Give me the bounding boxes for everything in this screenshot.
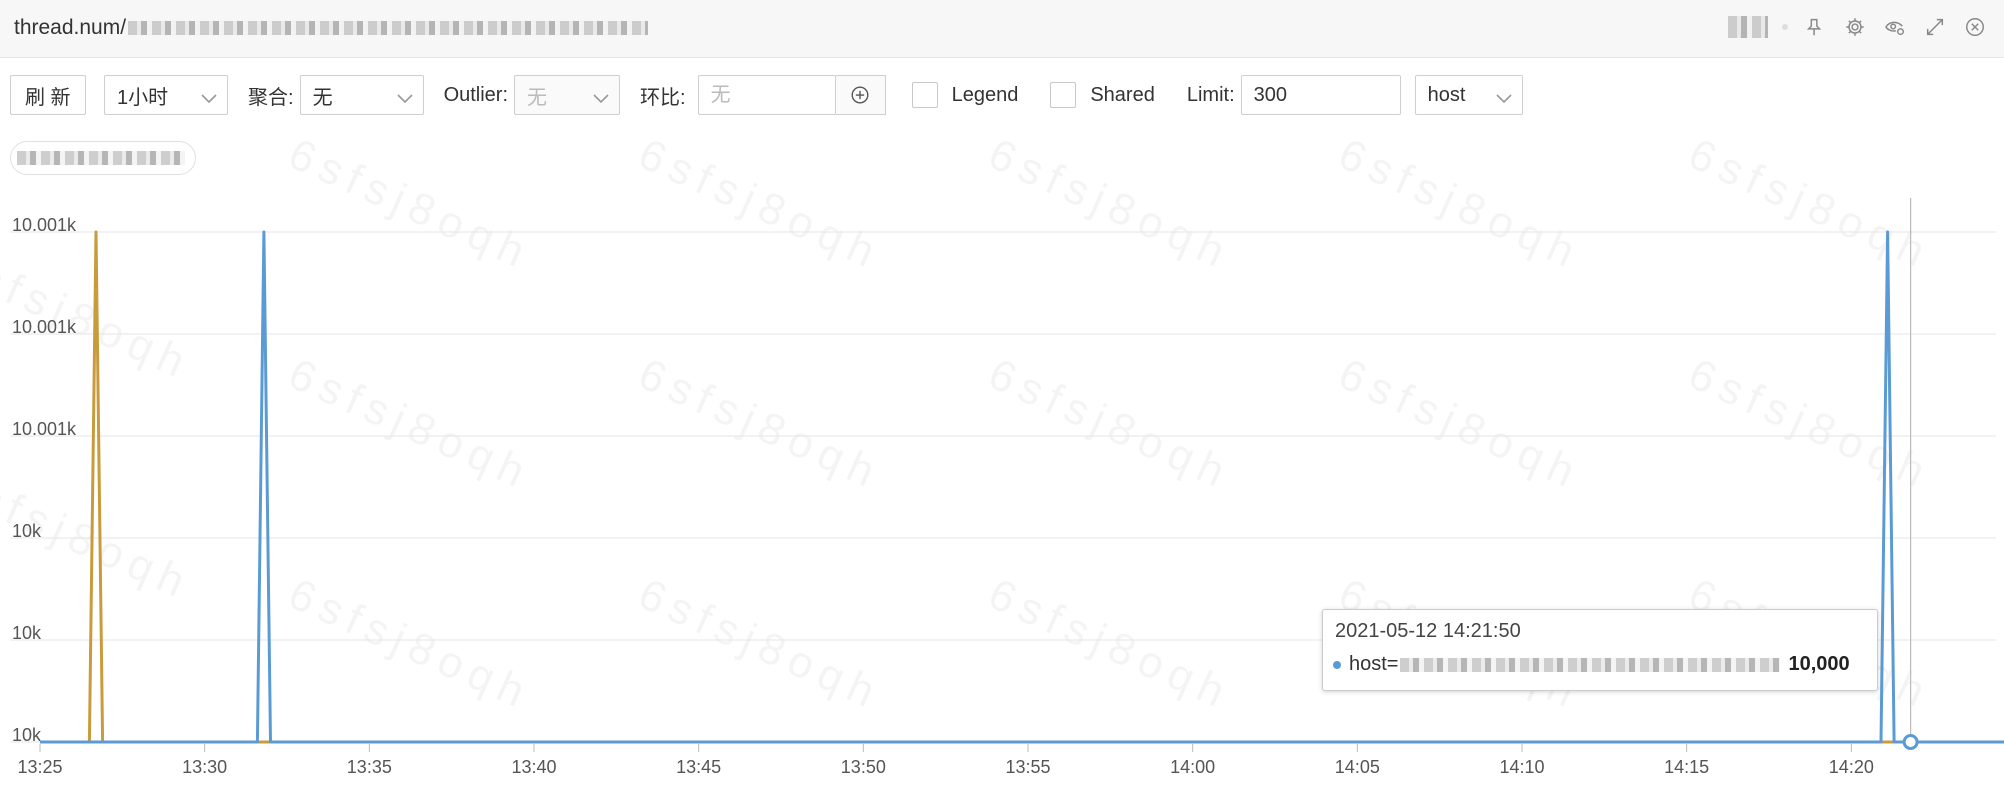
panel-title: thread.num/ — [14, 16, 649, 40]
y-tick-label: 10.001k — [12, 419, 77, 439]
y-tick-label: 10k — [12, 521, 42, 541]
outlier-select[interactable]: 无 — [514, 75, 621, 115]
x-tick-label: 13:55 — [1005, 757, 1050, 777]
redacted-filter-text — [17, 151, 185, 165]
compare-input[interactable] — [697, 75, 836, 115]
groupby-select[interactable]: host — [1414, 75, 1523, 115]
x-tick-label: 14:00 — [1170, 757, 1215, 777]
header-actions — [1728, 14, 1988, 40]
outlier-label: Outlier: — [443, 83, 509, 106]
y-tick-label: 10.001k — [12, 317, 77, 337]
shared-checkbox[interactable] — [1050, 82, 1077, 108]
x-tick-label: 13:45 — [676, 757, 721, 777]
aggregate-select[interactable]: 无 — [299, 75, 424, 115]
chevron-down-icon — [201, 88, 217, 104]
x-tick-label: 13:35 — [347, 757, 392, 777]
time-series-chart[interactable]: 10k 10k 10k 10.001k 10.001k 10.001k 13:25 13:3… — [0, 190, 2004, 796]
series-color-dot — [1333, 660, 1341, 669]
y-tick-label: 10k — [12, 725, 42, 745]
redacted-host-name — [1400, 657, 1781, 672]
aggregate-value: 无 — [312, 86, 333, 109]
hover-crosshair — [1902, 198, 1919, 750]
plus-circle-icon — [851, 86, 869, 104]
x-tick-label: 14:10 — [1499, 757, 1544, 777]
tooltip-time: 2021-05-12 14:21:50 — [1335, 620, 1521, 642]
x-tick-label: 14:15 — [1664, 757, 1709, 777]
add-compare-button[interactable] — [835, 75, 886, 115]
query-toolbar: 刷 新 1小时 聚合: 无 Outlier: 无 环比: Legend Shar… — [10, 74, 1523, 116]
chevron-down-icon — [396, 88, 413, 104]
x-tick-label: 13:40 — [511, 757, 556, 777]
y-tick-label: 10k — [12, 623, 42, 643]
legend-toggle[interactable]: Legend — [911, 82, 1019, 108]
chevron-down-icon — [593, 88, 609, 104]
groupby-value: host — [1427, 83, 1466, 106]
tooltip-value: 10,000 — [1788, 653, 1850, 675]
shared-toggle[interactable]: Shared — [1050, 82, 1155, 108]
aggregate-label: 聚合: — [248, 86, 294, 109]
x-tick-label: 13:30 — [182, 757, 227, 777]
shared-label: Shared — [1090, 83, 1155, 106]
time-range-select[interactable]: 1小时 — [104, 75, 228, 115]
redacted-metric-path — [128, 21, 649, 36]
filter-tag[interactable] — [10, 141, 196, 175]
x-tick-label: 14:20 — [1829, 757, 1874, 777]
tooltip-series-label: host= — [1349, 653, 1399, 675]
close-icon[interactable] — [1962, 14, 1988, 40]
x-tick-label: 13:50 — [841, 757, 886, 777]
tooltip-series-row: host= 10,000 — [1333, 653, 1867, 676]
legend-checkbox[interactable] — [911, 82, 938, 108]
x-axis-ticks: 13:25 13:30 13:35 13:40 13:45 13:50 13:55 14:00… — [17, 744, 1874, 777]
panel-title-text: thread.num/ — [14, 16, 127, 39]
legend-label: Legend — [951, 83, 1019, 106]
limit-label: Limit: — [1186, 83, 1235, 106]
x-tick-label: 13:25 — [17, 757, 62, 777]
compare-input-group — [697, 75, 886, 115]
y-tick-label: 10.001k — [12, 215, 77, 235]
y-axis-ticks: 10k 10k 10k 10.001k 10.001k 10.001k — [12, 215, 77, 745]
expand-icon[interactable] — [1922, 14, 1948, 40]
hover-point-marker — [1902, 734, 1919, 750]
redacted-badge — [1728, 16, 1768, 38]
pin-icon[interactable] — [1802, 14, 1828, 40]
eye-settings-icon[interactable] — [1882, 14, 1908, 40]
x-tick-label: 14:05 — [1335, 757, 1380, 777]
refresh-button[interactable]: 刷 新 — [10, 75, 86, 115]
outlier-value: 无 — [527, 86, 548, 109]
panel-header: thread.num/ — [0, 0, 2004, 58]
separator-dot — [1782, 24, 1788, 30]
compare-label: 环比: — [640, 86, 686, 109]
chevron-down-icon — [1496, 88, 1512, 104]
time-range-value: 1小时 — [117, 86, 169, 109]
hover-tooltip: 2021-05-12 14:21:50 host= 10,000 — [1322, 609, 1878, 691]
gear-icon[interactable] — [1842, 14, 1868, 40]
limit-input[interactable] — [1240, 75, 1401, 115]
